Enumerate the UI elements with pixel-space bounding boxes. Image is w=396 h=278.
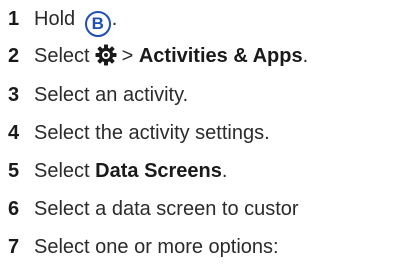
step-suffix: . [111,8,118,30]
step-number: 4 [8,122,20,144]
b-button-icon: B [84,11,111,37]
step-number: 7 [8,236,20,258]
step-text: Select the activity settings. [34,122,270,144]
step-text: Hold B. [34,4,117,37]
step-label: Select [34,160,90,182]
step-text: Select an activity. [34,84,189,106]
step-label: Hold [34,8,76,30]
step-text: Select one or more options: [34,236,279,258]
step-number: 1 [8,8,20,30]
step-suffix: . [221,160,228,182]
step-number: 2 [8,45,20,67]
step-suffix: . [302,45,309,67]
step-separator: > [121,45,134,67]
step-number: 3 [8,84,20,106]
step-number: 5 [8,160,20,182]
step-text: Select Data Screens. [34,156,227,186]
step-bold: Activities & Apps [138,45,303,67]
gear-icon [95,44,117,66]
step-text: Select > Activities & Apps. [34,41,308,71]
step-bold: Data Screens [95,160,222,182]
step-label: Select [34,45,90,67]
step-number: 6 [8,198,20,220]
step-text: Select a data screen to custor [34,198,299,220]
